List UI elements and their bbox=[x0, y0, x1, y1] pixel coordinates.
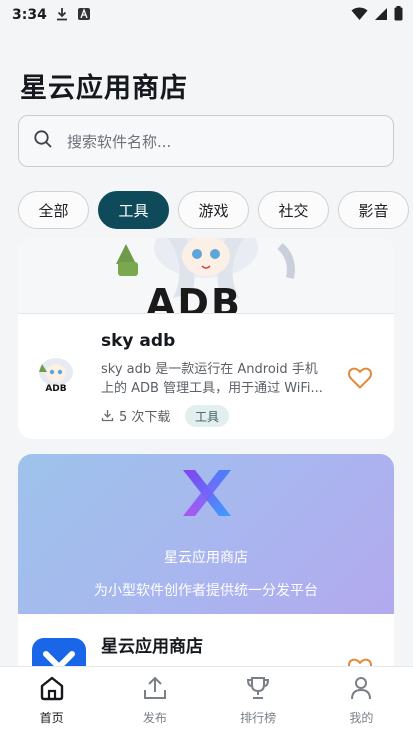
search-input[interactable]: 搜索软件名称... bbox=[18, 115, 394, 167]
status-bar: 3:34 bbox=[0, 0, 413, 30]
chip-games[interactable]: 游戏 bbox=[178, 191, 249, 229]
nav-home-label: 首页 bbox=[39, 711, 64, 725]
status-time: 3:34 bbox=[12, 7, 47, 23]
user-icon bbox=[348, 675, 374, 705]
app-icon-label: ADB bbox=[45, 384, 67, 394]
promo-banner: 星云应用商店 为小型软件创作者提供统一分发平台 bbox=[18, 454, 394, 614]
download-count-icon bbox=[101, 409, 114, 422]
x-logo-icon bbox=[183, 470, 231, 516]
upload-icon bbox=[142, 675, 168, 705]
download-icon bbox=[55, 6, 69, 25]
download-count: 5 次下载 bbox=[101, 406, 170, 425]
app-name: sky adb bbox=[101, 331, 176, 351]
category-tag: 工具 bbox=[185, 405, 230, 427]
chip-media[interactable]: 影音 bbox=[338, 191, 409, 229]
app-card-xingyun-store[interactable]: 星云应用商店 为小型软件创作者提供统一分发平台 星云应用商店 bbox=[18, 454, 394, 666]
heart-icon[interactable] bbox=[347, 367, 373, 393]
nav-ranking[interactable]: 排行榜 bbox=[207, 667, 310, 734]
trophy-icon bbox=[245, 675, 271, 705]
home-icon bbox=[39, 675, 65, 705]
nav-ranking-label: 排行榜 bbox=[240, 711, 277, 725]
signal-icon bbox=[374, 6, 388, 25]
banner-adb-text: ADB bbox=[146, 281, 242, 314]
app-card-sky-adb[interactable]: ADB ADB sky adb sky adb 是一款运行在 Android 手… bbox=[18, 238, 394, 439]
app-banner-image: ADB bbox=[18, 238, 394, 314]
promo-subtitle: 为小型软件创作者提供统一分发平台 bbox=[94, 583, 318, 599]
app-description-line1: sky adb 是一款运行在 Android 手机 bbox=[101, 362, 318, 377]
app-name: 星云应用商店 bbox=[101, 637, 203, 657]
search-placeholder: 搜索软件名称... bbox=[67, 132, 172, 151]
app-icon bbox=[32, 638, 86, 666]
battery-icon bbox=[394, 5, 403, 25]
app-list[interactable]: ADB ADB sky adb sky adb 是一款运行在 Android 手… bbox=[0, 238, 413, 666]
nav-publish[interactable]: 发布 bbox=[103, 667, 206, 734]
category-chips: 全部 工具 游戏 社交 影音 bbox=[18, 191, 413, 229]
bottom-navigation: 首页 发布 排行榜 我的 bbox=[0, 666, 413, 734]
chip-tools[interactable]: 工具 bbox=[98, 191, 169, 229]
nav-mine[interactable]: 我的 bbox=[310, 667, 413, 734]
heart-icon[interactable] bbox=[347, 658, 373, 666]
app-description-line2: 上的 ADB 管理工具，用于通过 WiFi... bbox=[101, 381, 323, 396]
chip-social[interactable]: 社交 bbox=[258, 191, 329, 229]
app-icon: ADB bbox=[34, 354, 78, 398]
wifi-icon bbox=[351, 6, 368, 25]
nav-publish-label: 发布 bbox=[142, 711, 167, 725]
promo-title: 星云应用商店 bbox=[164, 550, 248, 566]
search-icon bbox=[33, 129, 53, 153]
chip-all[interactable]: 全部 bbox=[18, 191, 89, 229]
app-notification-icon bbox=[77, 6, 91, 25]
nav-mine-label: 我的 bbox=[349, 711, 374, 725]
page-title: 星云应用商店 bbox=[20, 73, 188, 104]
download-count-text: 5 次下载 bbox=[119, 410, 171, 425]
nav-home[interactable]: 首页 bbox=[0, 667, 103, 734]
